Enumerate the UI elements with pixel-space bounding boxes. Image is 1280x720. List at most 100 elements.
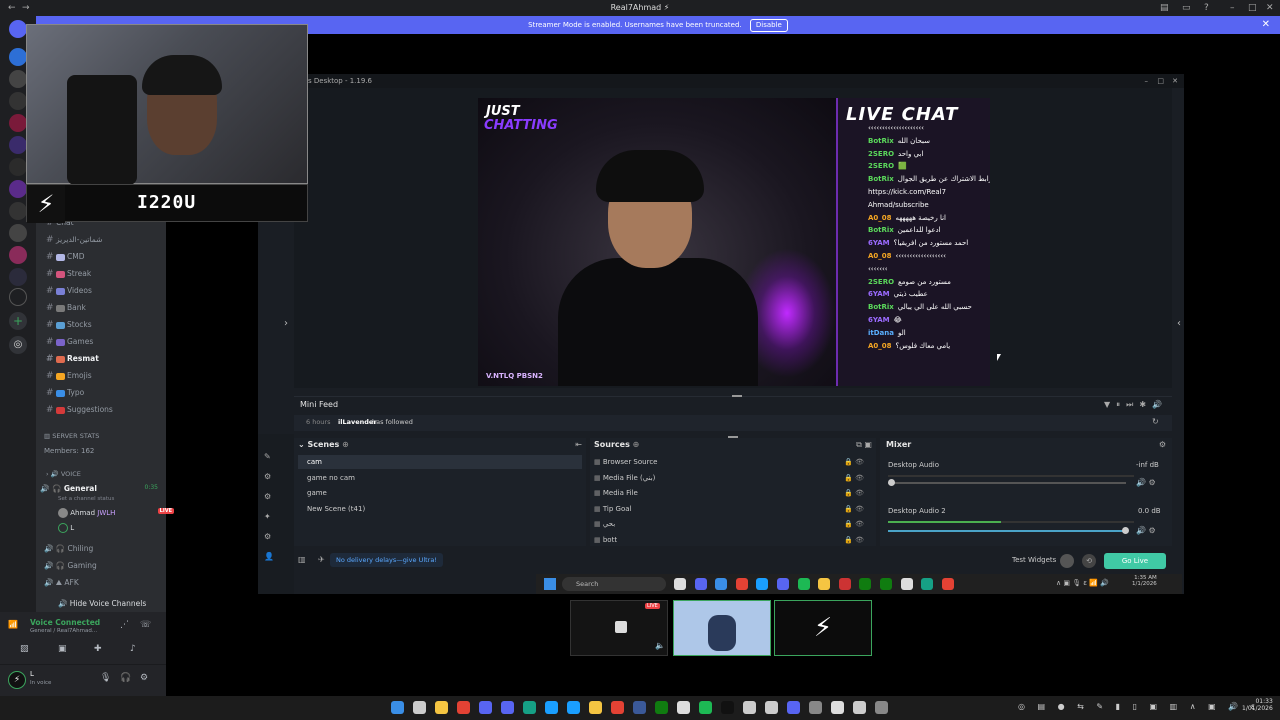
app-icon[interactable]	[674, 578, 686, 590]
search-box[interactable]: Search	[562, 577, 666, 591]
obs-close-icon[interactable]: ✕	[1172, 74, 1178, 88]
thumbnail-stream[interactable]: LIVE 🔈	[570, 600, 668, 656]
app-icon[interactable]	[743, 701, 756, 714]
app-icon[interactable]	[699, 701, 712, 714]
voice-connected-channel[interactable]: General / Real7Ahmad...	[30, 628, 97, 634]
mute-icon[interactable]: 🔊 ⚙	[1136, 478, 1156, 487]
app-icon[interactable]	[655, 701, 668, 714]
server-icon[interactable]	[9, 268, 27, 286]
channel-item[interactable]: # Games	[46, 335, 93, 349]
app-icon[interactable]	[838, 578, 851, 590]
source-item[interactable]: ▦ Browser Source 🔒 👁	[594, 455, 868, 469]
app-icon[interactable]	[457, 701, 470, 714]
mini-feed-controls[interactable]: ▼⏸⏭✱🔊	[1104, 400, 1168, 410]
channel-item[interactable]: # CMD	[46, 250, 84, 264]
app-icon[interactable]	[715, 578, 728, 590]
source-visibility-lock-icons[interactable]: 🔒 👁	[844, 471, 864, 485]
server-icon[interactable]	[9, 114, 27, 132]
camera-off-icon[interactable]: ▨	[20, 644, 29, 654]
source-item[interactable]: ▦ Media File 🔒 👁	[594, 486, 868, 500]
help-icon[interactable]: ?	[1204, 0, 1209, 16]
record-button[interactable]	[1060, 554, 1074, 568]
system-tray[interactable]: ◎ ▤ ● ⇆ ✎ ▮ ▯ ▣ ▥ ∧ ▣ 🔊 ε	[1018, 702, 1260, 711]
stats-icon[interactable]: ▥	[298, 555, 306, 564]
app-icon[interactable]	[875, 701, 888, 714]
user-avatar[interactable]: ⚡	[8, 671, 26, 689]
channel-item[interactable]: # Streak	[46, 267, 91, 281]
source-item[interactable]: ▦ بحي 🔒 👁	[594, 517, 868, 531]
explore-icon[interactable]: ◎	[9, 336, 27, 354]
app-icon[interactable]	[479, 701, 492, 714]
back-icon[interactable]: ←	[8, 0, 16, 16]
minimize-icon[interactable]: –	[1230, 0, 1235, 16]
app-icon[interactable]	[921, 578, 934, 590]
app-icon[interactable]	[735, 578, 748, 590]
windows-start-icon[interactable]	[391, 701, 404, 714]
app-icon[interactable]	[853, 701, 866, 714]
channel-item[interactable]: # Emojis	[46, 369, 92, 383]
app-icon[interactable]	[809, 701, 822, 714]
obs-minimize-icon[interactable]: –	[1145, 74, 1149, 88]
screen-share-icon[interactable]: ▣	[58, 644, 67, 654]
server-icon-active[interactable]	[9, 288, 27, 306]
voice-member[interactable]: Ahmad JWLH LIVE	[58, 508, 174, 518]
server-icon[interactable]	[9, 246, 27, 264]
app-icon[interactable]	[880, 578, 892, 590]
source-visibility-lock-icons[interactable]: 🔒 👁	[844, 502, 864, 516]
obs-maximize-icon[interactable]: □	[1157, 74, 1164, 88]
volume-slider-handle[interactable]	[888, 479, 895, 486]
app-icon[interactable]	[859, 578, 872, 590]
source-item[interactable]: ▦ Tip Goal 🔒 👁	[594, 502, 868, 516]
ultra-promo[interactable]: No delivery delays—give Ultra!	[330, 553, 443, 567]
go-live-button[interactable]: Go Live	[1104, 553, 1166, 569]
channel-status-hint[interactable]: Set a channel status	[58, 496, 114, 502]
app-icon[interactable]	[831, 701, 844, 714]
activities-icon[interactable]: ✚	[94, 644, 102, 654]
tool-icon[interactable]: ✦	[264, 512, 271, 521]
add-scene-icon[interactable]: ⊕	[342, 440, 349, 449]
collapse-left-icon[interactable]: ›	[284, 318, 288, 329]
noise-suppression-icon[interactable]: ⋰	[120, 620, 129, 630]
app-icon[interactable]	[501, 701, 514, 714]
server-icon[interactable]	[9, 70, 27, 88]
channel-item[interactable]: # Suggestions	[46, 403, 113, 417]
volume-slider[interactable]	[888, 530, 1126, 532]
settings-gear-icon[interactable]: ⚙	[140, 673, 148, 683]
scene-item[interactable]: game no cam	[298, 471, 582, 485]
app-icon[interactable]	[523, 701, 536, 714]
voice-channel-gaming[interactable]: 🔊 🎧 Gaming	[44, 561, 97, 570]
app-icon[interactable]	[694, 578, 707, 590]
refresh-icon[interactable]: ↻	[1152, 417, 1159, 426]
close-icon[interactable]: ✕	[1266, 0, 1274, 16]
voice-member[interactable]: L	[58, 523, 74, 533]
disable-button[interactable]: Disable	[749, 19, 788, 32]
app-icon[interactable]	[545, 701, 558, 714]
source-visibility-lock-icons[interactable]: 🔒 👁	[844, 517, 864, 531]
scene-item[interactable]: game	[298, 486, 582, 500]
banner-close-icon[interactable]: ✕	[1262, 16, 1270, 34]
app-icon[interactable]	[413, 701, 426, 714]
server-icon[interactable]	[9, 136, 27, 154]
tray-icons[interactable]: ∧ ▣ 🎙 ε 📶 🔊	[1056, 579, 1109, 587]
volume-slider[interactable]	[888, 482, 1126, 484]
tool-icon[interactable]: ✎	[264, 452, 271, 461]
channel-item[interactable]: # Resmat	[46, 352, 99, 366]
pin-icon[interactable]: ▤	[1160, 0, 1169, 16]
app-icon[interactable]	[721, 701, 734, 714]
channel-item[interactable]: # Stocks	[46, 318, 92, 332]
app-icon[interactable]	[677, 701, 690, 714]
mixer-settings-icon[interactable]: ⚙	[1159, 440, 1166, 449]
headphones-icon[interactable]: 🎧	[120, 673, 131, 683]
app-icon[interactable]	[435, 701, 448, 714]
server-icon[interactable]	[9, 202, 27, 220]
collapse-right-icon[interactable]: ‹	[1177, 318, 1181, 329]
app-icon[interactable]	[941, 578, 954, 590]
channel-item[interactable]: # شماتين-الديريز	[46, 233, 102, 247]
soundboard-icon[interactable]: ♪	[130, 644, 136, 654]
mute-icon[interactable]: 🔊 ⚙	[1136, 526, 1156, 535]
tool-icon[interactable]: ⚙	[264, 492, 271, 501]
source-visibility-lock-icons[interactable]: 🔒 👁	[844, 455, 864, 469]
source-tools-icon[interactable]: ⧉ ▣	[856, 440, 872, 450]
app-icon[interactable]	[589, 701, 602, 714]
app-icon[interactable]	[797, 578, 810, 590]
